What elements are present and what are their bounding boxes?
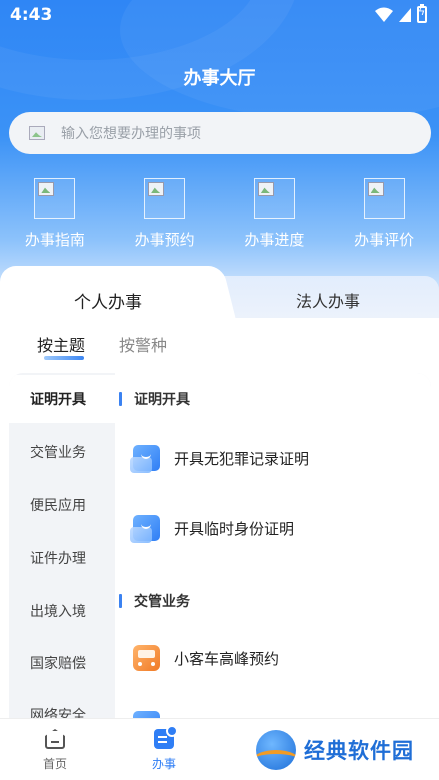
sidebar-item-documents[interactable]: 证件办理 <box>9 534 115 582</box>
home-icon <box>45 729 65 749</box>
wifi-icon <box>375 7 393 22</box>
sub-tabs: 按主题 按警种 <box>0 330 439 370</box>
tab-legal-person-label[interactable]: 法人办事 <box>296 288 360 312</box>
subtab-by-theme[interactable]: 按主题 <box>37 332 85 356</box>
sidebar-item-convenience[interactable]: 便民应用 <box>9 481 115 529</box>
watermark-logo-icon <box>256 730 296 770</box>
service-item[interactable] <box>133 711 174 718</box>
appointment-icon <box>144 178 186 219</box>
search-placeholder: 输入您想要办理的事项 <box>61 126 201 142</box>
nav-item-home[interactable]: 首页 <box>25 729 85 772</box>
service-item[interactable]: 小客车高峰预约 <box>133 645 279 671</box>
quick-action-progress[interactable]: 办事进度 <box>220 178 330 250</box>
subtab-by-police-type[interactable]: 按警种 <box>119 332 167 356</box>
subtab-indicator <box>44 356 84 360</box>
service-item[interactable]: 开具无犯罪记录证明 <box>130 445 310 473</box>
category-sidebar: 证明开具 交管业务 便民应用 证件办理 出境入境 国家赔偿 网络安全 <box>9 373 115 718</box>
document-icon <box>130 445 160 473</box>
service-type-tabs: 个人办事 法人办事 <box>0 266 439 326</box>
document-icon <box>130 515 160 543</box>
battery-icon <box>417 4 427 23</box>
service-item[interactable]: 开具临时身份证明 <box>130 515 295 543</box>
sidebar-item-network-security[interactable]: 网络安全 <box>9 691 115 718</box>
quick-action-label: 办事指南 <box>24 231 85 249</box>
section-title-text: 交管业务 <box>134 594 190 610</box>
service-icon <box>154 725 178 749</box>
quick-action-appointment[interactable]: 办事预约 <box>110 178 220 250</box>
service-label: 小客车高峰预约 <box>174 649 280 668</box>
service-label: 开具临时身份证明 <box>174 519 295 538</box>
quick-action-evaluation[interactable]: 办事评价 <box>329 178 439 250</box>
status-bar: 4:43 <box>0 0 439 30</box>
document-icon <box>133 711 160 718</box>
sidebar-item-exit-entry[interactable]: 出境入境 <box>9 587 115 635</box>
nav-label: 办事 <box>151 757 176 771</box>
search-icon <box>29 126 45 140</box>
search-bar[interactable]: 输入您想要办理的事项 <box>9 112 431 154</box>
quick-action-guide[interactable]: 办事指南 <box>0 178 110 250</box>
nav-label: 首页 <box>42 757 67 771</box>
page-title: 办事大厅 <box>183 68 256 89</box>
section-title: 交管业务 <box>119 591 190 611</box>
section-title: 证明开具 <box>119 389 190 409</box>
section-marker <box>119 594 122 608</box>
quick-action-label: 办事评价 <box>354 231 415 249</box>
service-label: 开具无犯罪记录证明 <box>174 449 310 468</box>
sidebar-item-state-compensation[interactable]: 国家赔偿 <box>9 639 115 687</box>
tab-personal-label[interactable]: 个人办事 <box>74 288 142 313</box>
category-area: 证明开具 交管业务 便民应用 证件办理 出境入境 国家赔偿 网络安全 证明开具 … <box>9 373 431 718</box>
service-list: 证明开具 开具无犯罪记录证明 开具临时身份证明 交管业务 小客车高峰预约 <box>115 373 431 718</box>
nav-item-services[interactable]: 办事 <box>134 725 194 772</box>
watermark: 经典软件园 <box>256 730 414 770</box>
guide-icon <box>34 178 76 219</box>
bus-icon <box>133 645 160 671</box>
sidebar-item-certificates[interactable]: 证明开具 <box>9 375 115 423</box>
quick-action-label: 办事预约 <box>134 231 195 249</box>
section-marker <box>119 392 122 406</box>
section-title-text: 证明开具 <box>134 392 190 408</box>
progress-icon <box>253 178 295 219</box>
watermark-text: 经典软件园 <box>304 739 414 763</box>
evaluation-icon <box>363 178 405 219</box>
quick-actions: 办事指南 办事预约 办事进度 办事评价 <box>0 178 439 250</box>
status-time: 4:43 <box>10 5 53 25</box>
signal-icon <box>399 7 411 22</box>
status-icons <box>375 4 427 23</box>
sidebar-item-traffic[interactable]: 交管业务 <box>9 428 115 476</box>
quick-action-label: 办事进度 <box>244 231 305 249</box>
